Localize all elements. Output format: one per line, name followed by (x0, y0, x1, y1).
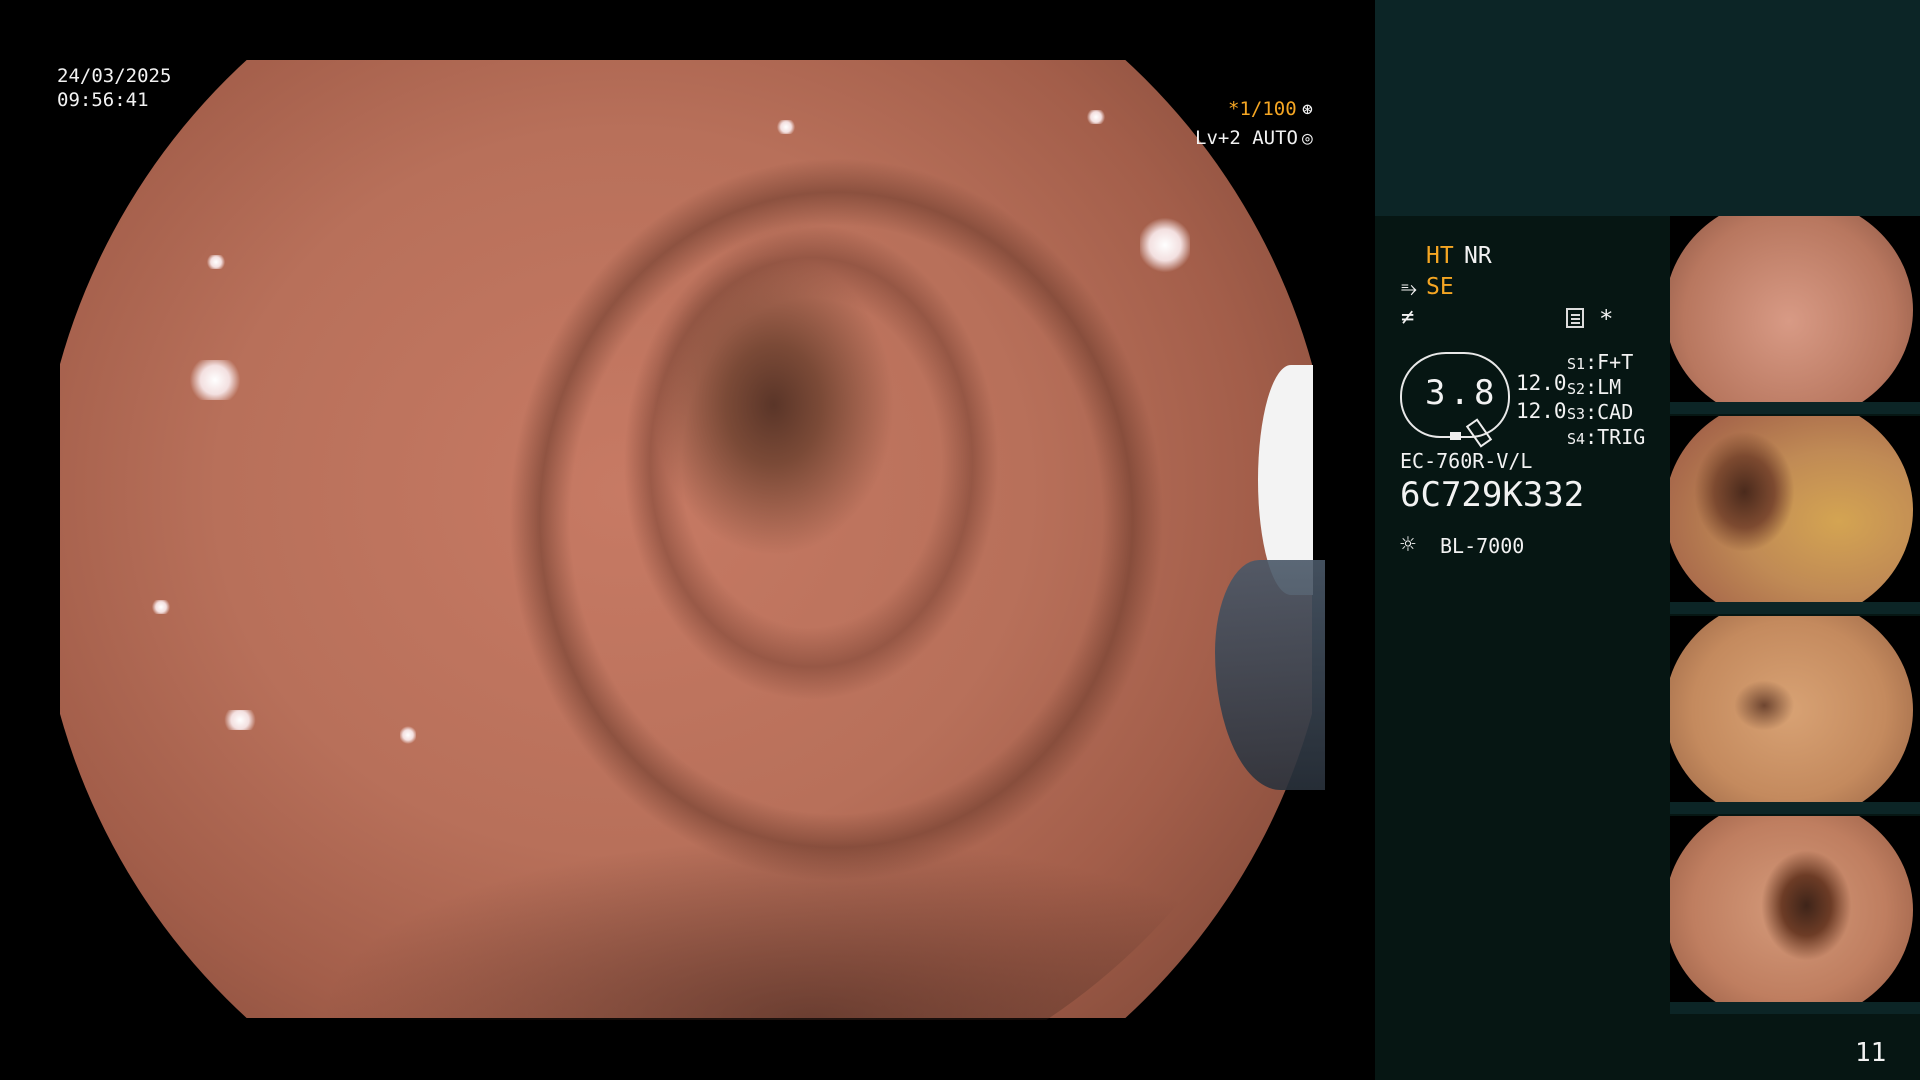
reflection (185, 360, 245, 400)
setting-key: S4 (1567, 430, 1586, 448)
setting-key: S2 (1567, 380, 1586, 398)
reflection (1140, 215, 1190, 275)
not-equal-icon: ≠ (1401, 305, 1415, 330)
gauge-marker (1450, 432, 1461, 440)
reflection (400, 725, 416, 745)
setting-value: TRIG (1597, 425, 1646, 449)
setting-value: LM (1597, 375, 1622, 399)
capture-thumbnail[interactable] (1670, 616, 1920, 814)
shutter-label: *1/100 (1228, 98, 1297, 120)
capture-thumbnail[interactable] (1670, 216, 1920, 414)
setting-row: S2:LM (1567, 375, 1622, 399)
image-shadow (60, 600, 1312, 1020)
scope-model: EC-760R-V/L (1400, 449, 1533, 473)
light-source-label: BL-7000 (1440, 534, 1525, 558)
reflection (220, 710, 260, 730)
setting-value: F+T (1597, 350, 1634, 374)
time-label: 09:56:41 (57, 89, 149, 111)
setting-row: S1:F+T (1567, 350, 1634, 374)
setting-row: S3:CAD (1567, 400, 1634, 424)
reflection (1085, 110, 1107, 124)
scope-se-icon: ⥱ (1401, 276, 1417, 300)
mode-ht: HT (1426, 243, 1454, 269)
setting-value: CAD (1597, 400, 1634, 424)
mode-se: SE (1426, 274, 1454, 300)
capture-thumbnail[interactable] (1670, 816, 1920, 1014)
mode-nr: NR (1464, 243, 1492, 269)
reflection (775, 120, 797, 134)
setting-key: S3 (1567, 405, 1586, 423)
document-icon (1566, 308, 1584, 328)
star-indicator: * (1599, 305, 1614, 333)
page-number: 11 (1855, 1038, 1887, 1068)
reflection (205, 255, 227, 269)
scope-serial: 6C729K332 (1400, 475, 1585, 515)
setting-row: S4:TRIG (1567, 425, 1646, 449)
value-a: 12.0 (1516, 371, 1567, 395)
panel-header (1375, 0, 1920, 216)
reflection (150, 600, 172, 614)
setting-key: S1 (1567, 355, 1586, 373)
date-label: 24/03/2025 (57, 65, 172, 87)
level-label: Lv+2 AUTO (1195, 127, 1298, 149)
capture-thumbnail[interactable] (1670, 416, 1920, 614)
light-source-icon: ☼ (1400, 530, 1416, 560)
value-b: 12.0 (1516, 399, 1567, 423)
shutter-icon: ⊛ (1302, 99, 1313, 120)
gauge-value: 3.8 (1425, 373, 1499, 413)
auto-level-icon: ◎ (1302, 128, 1313, 149)
